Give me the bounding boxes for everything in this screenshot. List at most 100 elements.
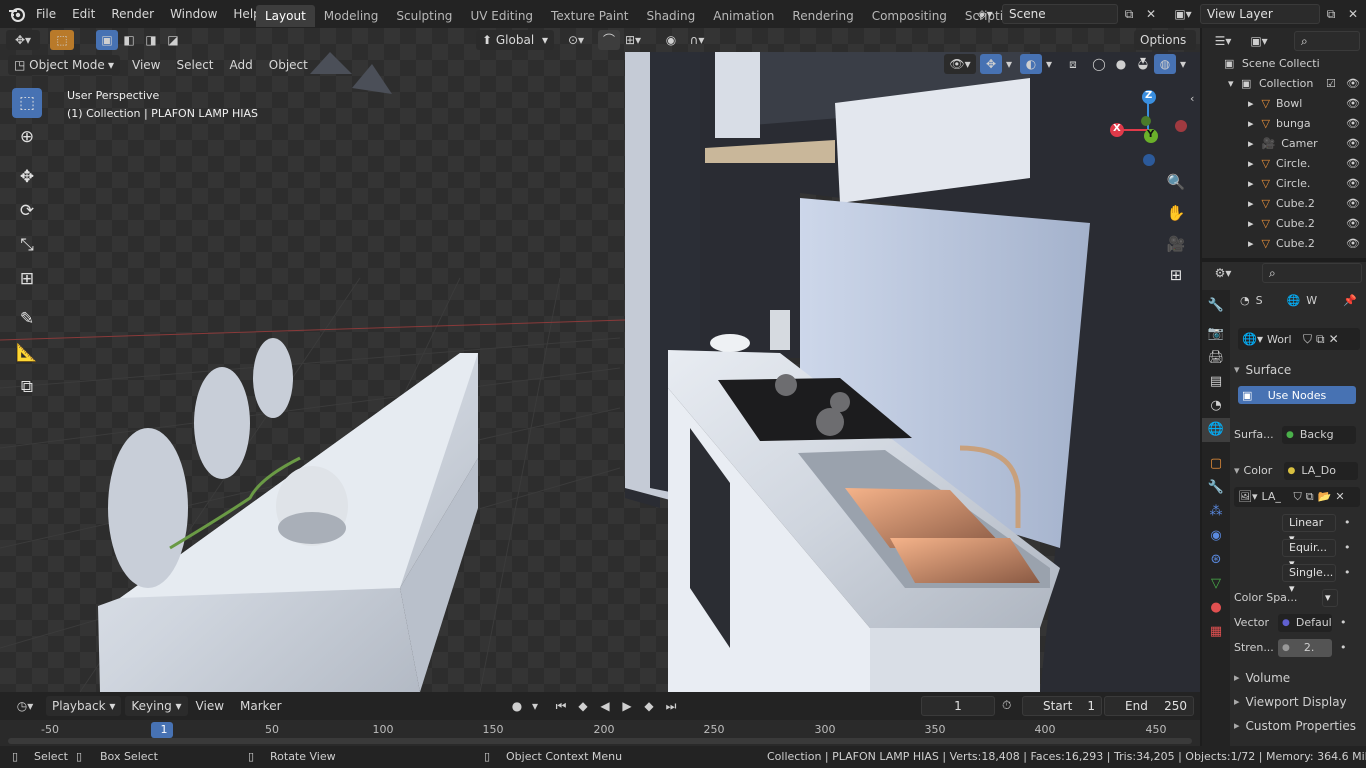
add-cube-tool-icon[interactable]: ⧉ [12, 372, 42, 402]
modifier-tab-icon[interactable]: 🔧 [1202, 476, 1230, 500]
eye-icon[interactable]: 👁 [1346, 234, 1360, 254]
tab-sculpting[interactable]: Sculpting [387, 5, 461, 27]
snap-target-icon[interactable]: ⊞▾ [620, 30, 646, 50]
menu-file[interactable]: File [28, 0, 64, 28]
source-dropdown[interactable]: Single... ▾ [1282, 563, 1336, 595]
overlays-icon[interactable]: ◐ [1020, 54, 1042, 74]
custom-properties-panel-header[interactable]: ▸ Custom Properties [1234, 713, 1362, 738]
data-tab-icon[interactable]: ▽ [1202, 572, 1230, 596]
eye-icon[interactable]: 👁 [1346, 74, 1360, 94]
surface-panel-header[interactable]: ▾ Surface [1234, 357, 1362, 382]
render-tab-icon[interactable]: 📷 [1202, 322, 1230, 346]
output-tab-icon[interactable]: 🖨 [1202, 346, 1230, 370]
eye-icon[interactable]: 👁 [1346, 114, 1360, 134]
move-tool-icon[interactable]: ✥ [12, 162, 42, 192]
rendered-shading-icon[interactable]: ◍ [1154, 54, 1176, 74]
expand-arrow-icon[interactable]: ▸ [1248, 217, 1254, 230]
vector-input-field[interactable]: ● Defaul [1278, 613, 1332, 632]
timeline-menu-view[interactable]: View [188, 695, 232, 717]
constraints-tab-icon[interactable]: ⊛ [1202, 548, 1230, 572]
menu-window[interactable]: Window [162, 0, 225, 28]
record-icon[interactable]: ● [506, 696, 528, 716]
keyframe-dot-icon[interactable]: • [1344, 566, 1351, 579]
strength-input[interactable]: ● 2. [1278, 638, 1332, 657]
play-icon[interactable]: ▶ [616, 696, 638, 716]
fake-user-shield-icon[interactable]: ⛉ [1292, 490, 1304, 504]
camera-view-icon[interactable]: 🎥 [1163, 231, 1189, 257]
cursor-tool-icon[interactable]: ⊕ [12, 122, 42, 152]
transform-orientation-dropdown[interactable]: ⬆ Global ▾ [476, 30, 554, 50]
scene-icon[interactable]: ◈▾ [970, 4, 1000, 24]
vp-menu-add[interactable]: Add [222, 54, 261, 76]
jump-end-icon[interactable]: ⏭ [660, 696, 682, 716]
keyframe-dot-icon[interactable]: • [1344, 516, 1351, 529]
scene-tab-icon[interactable]: ◔ [1202, 394, 1230, 418]
tab-shading[interactable]: Shading [637, 5, 704, 27]
3d-viewport[interactable]: ✥▾ ⬚ ▣ ◧ ◨ ◪ ⬆ Global ▾ ⊙▾ ⌒ ⊞▾ ◉ ∩▾ Opt… [0, 28, 1200, 692]
new-view-layer-icon[interactable]: ⧉ [1320, 4, 1342, 24]
object-tab-icon[interactable]: ▢ [1202, 452, 1230, 476]
duplicate-image-icon[interactable]: ⧉ [1304, 490, 1316, 504]
properties-search-input[interactable]: ⌕ [1262, 263, 1362, 283]
tab-uv-editing[interactable]: UV Editing [461, 5, 542, 27]
stopwatch-icon[interactable]: ⏱ [1002, 698, 1011, 713]
snap-icon[interactable]: ⌒ [598, 30, 620, 50]
annotate-tool-icon[interactable]: ✎ [12, 304, 42, 334]
scene-name-field[interactable]: Scene [1002, 4, 1118, 24]
checkbox-icon[interactable]: ☑ [1326, 74, 1336, 94]
scene-collection-row[interactable]: ▣ Scene Collecti [1202, 54, 1366, 74]
outliner-item[interactable]: ▸ ▽ Circle. 👁 [1202, 174, 1366, 194]
surface-shader-field[interactable]: ● Backg [1282, 425, 1356, 444]
vp-menu-object[interactable]: Object [261, 54, 316, 76]
xray-icon[interactable]: ⧈ [1062, 54, 1084, 74]
solid-shading-icon[interactable]: ● [1110, 54, 1132, 74]
outliner-item[interactable]: ▸ ▽ Circle. 👁 [1202, 154, 1366, 174]
transform-tool-icon[interactable]: ⊞ [12, 264, 42, 294]
navigation-gizmo[interactable]: Z X Y [1108, 88, 1190, 170]
menu-edit[interactable]: Edit [64, 0, 103, 28]
view-layer-field[interactable]: View Layer [1200, 4, 1320, 24]
expand-arrow-icon[interactable]: ▸ [1248, 137, 1254, 150]
interpolation-dropdown[interactable]: Linear ▾ [1282, 513, 1336, 545]
projection-dropdown[interactable]: Equir... ▾ [1282, 538, 1336, 570]
expand-arrow-icon[interactable]: ▸ [1248, 97, 1254, 110]
outliner-editor-type-icon[interactable]: ☰▾ [1208, 31, 1238, 51]
particles-tab-icon[interactable]: ⁂ [1202, 500, 1230, 524]
overlays-dropdown-icon[interactable]: ▾ [1042, 54, 1056, 74]
outliner-item[interactable]: ▸ ▽ Cube.2 👁 [1202, 234, 1366, 254]
jump-start-icon[interactable]: ⏮ [550, 696, 572, 716]
timeline-scrollbar[interactable] [8, 738, 1192, 744]
outliner-item[interactable]: ▸ ▽ bunga 👁 [1202, 114, 1366, 134]
end-frame-field[interactable]: End 250 [1104, 696, 1194, 716]
texture-tab-icon[interactable]: ▦ [1202, 620, 1230, 644]
select-new-icon[interactable]: ▣ [96, 30, 118, 50]
next-keyframe-icon[interactable]: ◆ [638, 696, 660, 716]
wireframe-shading-icon[interactable]: ◯ [1088, 54, 1110, 74]
outliner-search-input[interactable]: ⌕ [1294, 31, 1360, 51]
menu-render[interactable]: Render [103, 0, 162, 28]
unlink-world-icon[interactable]: ✕ [1327, 332, 1341, 346]
colorspace-dropdown[interactable]: ▾ [1322, 588, 1338, 607]
keyframe-dot-icon[interactable]: • [1340, 641, 1347, 654]
editor-type-icon[interactable]: ✥▾ [6, 30, 40, 50]
outliner-item[interactable]: ▸ 🎥 Camer 👁 [1202, 134, 1366, 154]
world-tab-icon[interactable]: 🌐 [1202, 418, 1230, 442]
keyframe-dot-icon[interactable]: • [1344, 541, 1351, 554]
pan-hand-icon[interactable]: ✋ [1163, 200, 1189, 226]
material-shading-icon[interactable]: ◒ [1132, 54, 1154, 74]
use-nodes-button[interactable]: ▣ Use Nodes [1238, 386, 1356, 404]
zoom-icon[interactable]: 🔍 [1163, 169, 1189, 195]
keying-dropdown[interactable]: Keying ▾ [125, 696, 188, 716]
eye-icon[interactable]: 👁 [1346, 134, 1360, 154]
new-world-icon[interactable]: ⧉ [1314, 332, 1327, 347]
timeline-menu-marker[interactable]: Marker [232, 695, 289, 717]
visibility-icon[interactable]: 👁▾ [944, 54, 976, 74]
outliner-item[interactable]: ▸ ▽ Cube.2 👁 [1202, 194, 1366, 214]
blender-logo-icon[interactable] [8, 5, 26, 23]
scale-tool-icon[interactable]: ⤡ [12, 230, 42, 260]
tab-compositing[interactable]: Compositing [863, 5, 956, 27]
color-input-field[interactable]: ● LA_Do [1283, 461, 1358, 480]
eye-icon[interactable]: 👁 [1346, 174, 1360, 194]
world-icon[interactable]: 🌐▾ [1238, 332, 1267, 346]
keyframe-dot-icon[interactable]: • [1340, 616, 1347, 629]
